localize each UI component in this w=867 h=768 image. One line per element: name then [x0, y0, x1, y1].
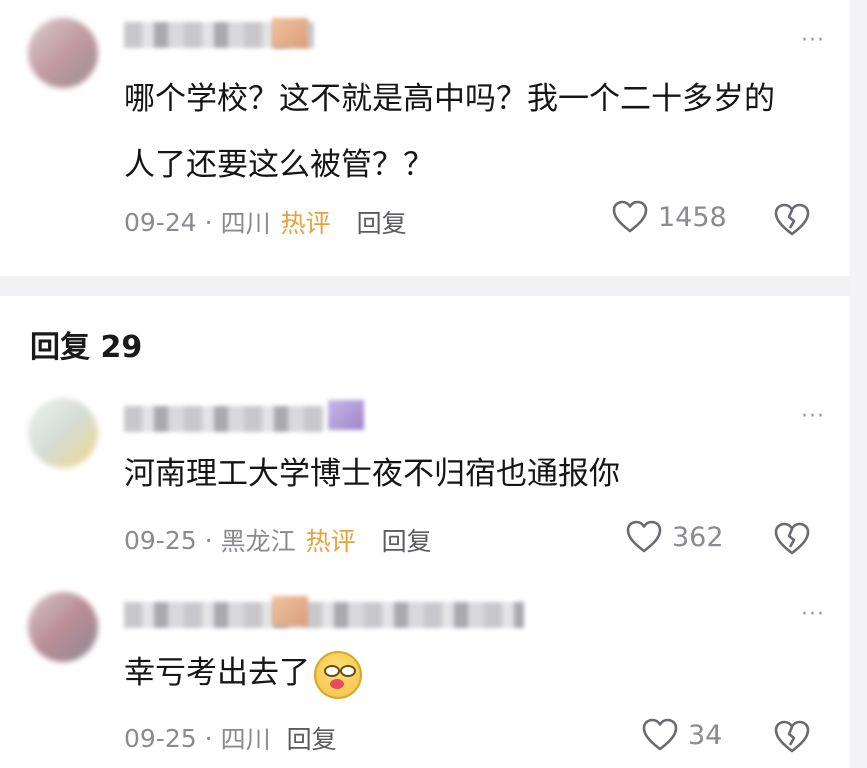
like-count: 1458: [658, 201, 727, 233]
user-badge-icon: [328, 400, 364, 430]
user-badge-icon: [272, 18, 308, 48]
comment-date: 09-24: [124, 207, 197, 237]
more-options-button[interactable]: ···: [801, 406, 825, 428]
scroll-edge: [850, 0, 867, 768]
replies-header: 回复 29: [30, 330, 143, 365]
like-button[interactable]: 362: [626, 520, 724, 554]
more-options-button[interactable]: ···: [801, 30, 825, 52]
comment-date: 09-25: [124, 723, 197, 753]
comment-date: 09-25: [124, 525, 197, 555]
comment-meta: 09-24 · 四川 热评 回复: [124, 204, 407, 240]
like-button[interactable]: 1458: [612, 200, 727, 234]
like-button[interactable]: 34: [642, 718, 722, 752]
section-divider: [0, 276, 867, 296]
more-options-button[interactable]: ···: [801, 604, 825, 626]
separator: ·: [204, 723, 213, 753]
heart-icon: [642, 718, 678, 751]
separator: ·: [204, 525, 213, 555]
broken-heart-icon[interactable]: [774, 203, 810, 237]
avatar[interactable]: [28, 592, 98, 662]
reply-button[interactable]: 回复: [287, 720, 337, 756]
avatar[interactable]: [28, 398, 98, 468]
user-badge-icon: [272, 596, 308, 626]
heart-icon: [626, 520, 662, 553]
like-count: 362: [672, 521, 724, 553]
comment-text: 幸亏考出去了: [124, 640, 804, 706]
hot-comment-badge: 热评: [280, 209, 331, 238]
hot-comment-badge: 热评: [305, 527, 356, 556]
comment-text: 哪个学校？这不就是高中吗？我一个二十多岁的人了还要这么被管？？: [124, 81, 775, 183]
username-blurred[interactable]: [124, 406, 324, 432]
comment-text: 河南理工大学博士夜不归宿也通报你: [124, 456, 620, 492]
like-count: 34: [688, 719, 723, 751]
comment-location: 黑龙江: [220, 527, 296, 556]
reply-button[interactable]: 回复: [357, 204, 407, 240]
heart-icon: [612, 200, 648, 233]
reply-button[interactable]: 回复: [382, 522, 432, 558]
username-blurred[interactable]: [124, 602, 524, 628]
separator: ·: [204, 207, 213, 237]
comment-meta: 09-25 · 黑龙江 热评 回复: [124, 522, 432, 558]
avatar[interactable]: [28, 18, 98, 88]
comment-meta: 09-25 · 四川 回复: [124, 720, 337, 756]
broken-heart-icon[interactable]: [774, 522, 810, 556]
comment-location: 四川: [220, 209, 271, 238]
broken-heart-icon[interactable]: [774, 720, 810, 754]
comment-text-body: 幸亏考出去了: [124, 655, 310, 691]
drooling-face-emoji: [314, 650, 362, 699]
comment-location: 四川: [220, 725, 271, 754]
